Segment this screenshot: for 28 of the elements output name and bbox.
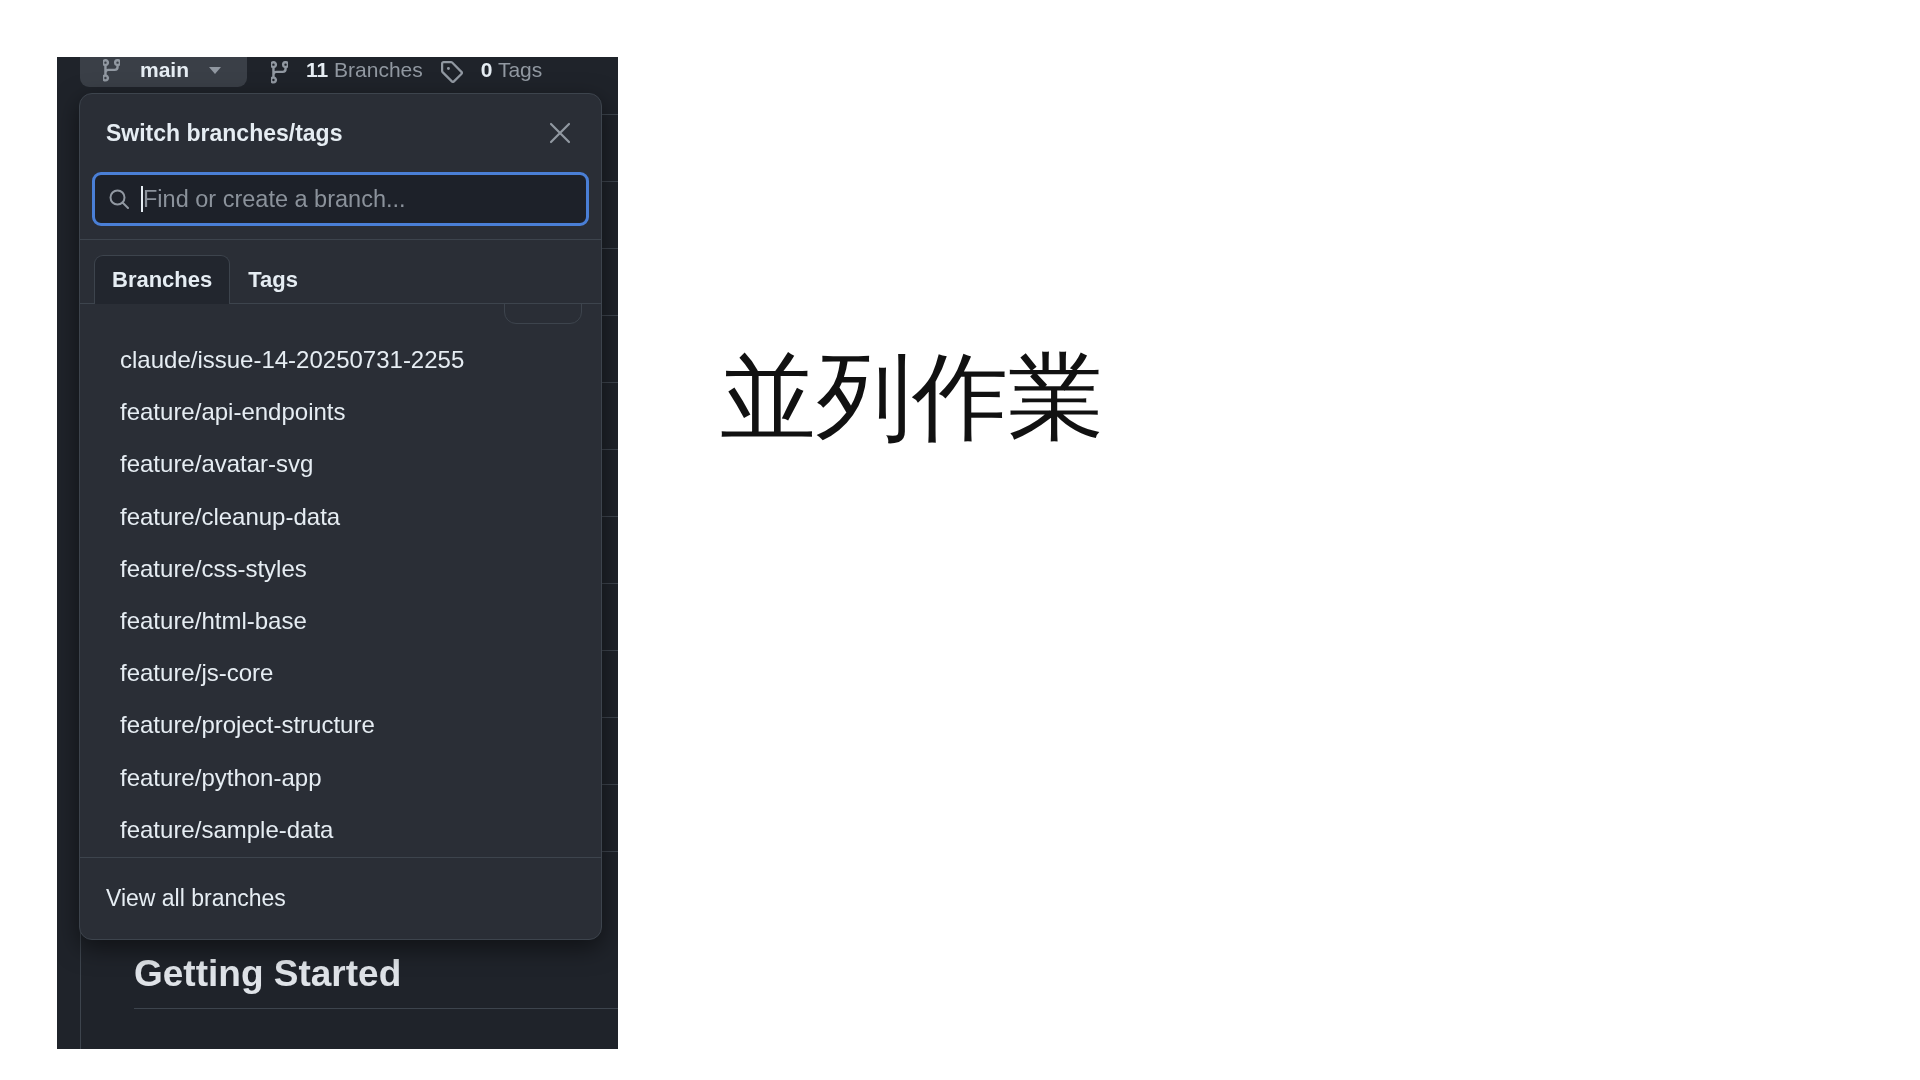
branch-item[interactable]: feature/js-core [80, 647, 601, 700]
view-all-branches-link[interactable]: View all branches [106, 885, 286, 912]
search-icon [109, 189, 129, 209]
branch-item[interactable]: claude/issue-14-20250731-2255 [80, 334, 601, 387]
slide-title: 並列作業 [720, 340, 1104, 455]
search-field[interactable]: Find or create a branch... [92, 172, 589, 226]
tag-icon [440, 61, 463, 83]
branch-item[interactable]: feature/cleanup-data [80, 490, 601, 543]
branch-item[interactable]: feature/html-base [80, 594, 601, 648]
close-icon [549, 122, 571, 144]
branch-item[interactable]: feature/sample-data [80, 803, 601, 856]
branch-icon [103, 58, 120, 82]
tags-link[interactable]: 0 Tags [480, 58, 543, 86]
branch-selector[interactable]: main [80, 57, 247, 87]
text-cursor [141, 186, 143, 212]
menu-tab[interactable]: Branches [94, 255, 231, 304]
branch-item[interactable]: feature/project-structure [80, 699, 601, 752]
branch-icon [271, 60, 288, 84]
readme-heading: Getting Started [134, 952, 618, 1009]
menu-tab[interactable]: Tags [230, 255, 316, 304]
branch-item[interactable]: feature/python-app [80, 751, 601, 804]
close-button[interactable] [549, 122, 571, 144]
branch-item[interactable]: feature/api-endpoints [80, 386, 601, 439]
branch-item[interactable]: feature/css-styles [80, 542, 601, 595]
branches-link[interactable]: 11 Branches [306, 58, 423, 86]
branch-item[interactable]: feature/avatar-svg [80, 438, 601, 491]
caret-icon [209, 66, 221, 74]
menu-title: Switch branches/tags [106, 119, 343, 147]
